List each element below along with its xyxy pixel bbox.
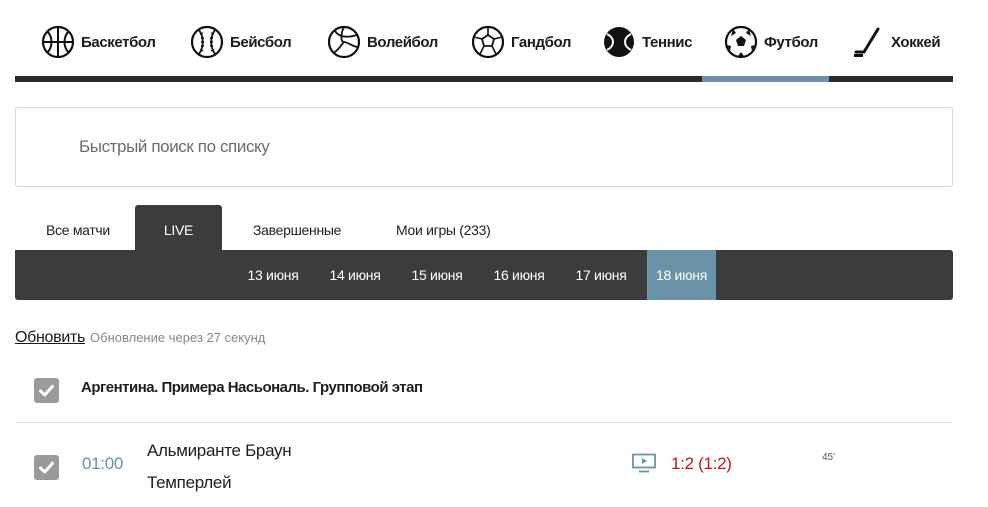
league-row: Аргентина. Примера Насьональ. Групповой … [15,367,953,423]
date-item[interactable]: 15 июня [402,250,472,300]
date-item[interactable]: 16 июня [484,250,554,300]
sports-nav: Баскетбол Бейсбол Волейбол Гандбол Тенни… [15,0,953,82]
date-item[interactable]: 14 июня [320,250,390,300]
football-icon [724,25,758,59]
sport-football[interactable]: Футбол [724,22,818,62]
match-time: 01:00 [82,454,124,473]
sports-active-indicator [702,76,829,82]
baseball-icon [190,25,224,59]
check-icon [39,384,54,397]
date-item[interactable]: 17 июня [566,250,636,300]
sport-label: Бейсбол [230,33,292,51]
sport-label: Волейбол [367,33,438,51]
volleyball-icon [327,25,361,59]
sport-hockey[interactable]: Хоккей [851,22,941,62]
tab-finished[interactable]: Завершенные [253,205,341,251]
handball-icon [471,25,505,59]
date-item[interactable]: 13 июня [238,250,308,300]
date-bar: 13 июня 14 июня 15 июня 16 июня 17 июня … [15,250,953,300]
sport-label: Теннис [642,33,693,51]
league-name: Аргентина. Примера Насьональ. Групповой … [81,379,423,396]
match-score: 1:2 (1:2) [671,454,732,473]
away-team: Темперлей [147,473,232,492]
search-input[interactable] [16,108,952,186]
sport-label: Гандбол [511,33,572,51]
sport-volleyball[interactable]: Волейбол [327,22,438,62]
tab-all-matches[interactable]: Все матчи [46,205,110,251]
league-checkbox[interactable] [34,378,59,403]
match-minute: 45' [822,452,836,463]
home-team: Альмиранте Браун [147,441,292,460]
search-box [15,107,953,187]
refresh-countdown: Обновление через 27 секунд [90,330,266,345]
tennis-icon [604,27,634,57]
check-icon [39,461,54,474]
tab-my-games[interactable]: Мои игры (233) [396,205,491,251]
sport-label: Баскетбол [81,33,156,51]
sport-tennis[interactable]: Теннис [602,22,692,62]
sport-label: Хоккей [891,33,941,51]
sport-label: Футбол [764,33,818,51]
tab-live[interactable]: LIVE [135,205,222,251]
date-item-active[interactable]: 18 июня [647,250,716,300]
sport-baseball[interactable]: Бейсбол [190,22,292,62]
refresh-link[interactable]: Обновить [15,329,85,347]
sport-handball[interactable]: Гандбол [471,22,571,62]
refresh-row: Обновить Обновление через 27 секунд [15,329,265,347]
basketball-icon [41,25,75,59]
tv-broadcast-icon[interactable] [632,453,656,473]
match-checkbox[interactable] [34,455,59,480]
hockey-icon [854,27,880,57]
sport-basketball[interactable]: Баскетбол [41,22,156,62]
match-row[interactable]: 01:00 Альмиранте Браун Темперлей 1:2 (1:… [15,424,953,507]
